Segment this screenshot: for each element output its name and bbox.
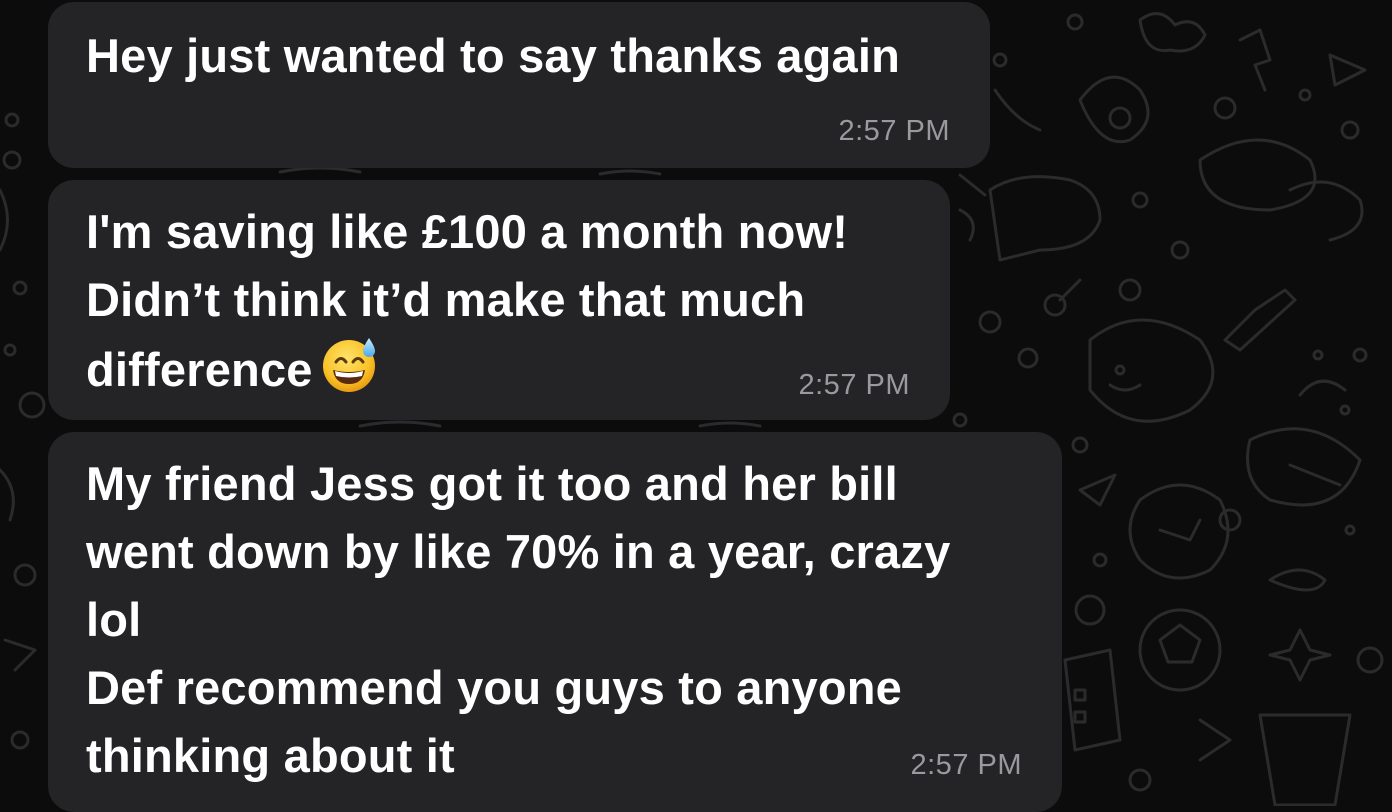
message-timestamp: 2:57 PM: [838, 115, 950, 147]
message-text: I'm saving like £100 a month now! Didn’t…: [86, 205, 849, 396]
message-bubble[interactable]: My friend Jess got it too and her bill w…: [48, 432, 1062, 812]
message-timestamp: 2:57 PM: [798, 369, 910, 401]
message-text: My friend Jess got it too and her bill w…: [86, 457, 951, 782]
chat-thread[interactable]: Hey just wanted to say thanks again 2:57…: [0, 0, 1392, 812]
message-bubble[interactable]: Hey just wanted to say thanks again 2:57…: [48, 2, 990, 168]
message-timestamp: 2:57 PM: [910, 749, 1022, 781]
message-text-wrapper: I'm saving like £100 a month now! Didn’t…: [86, 198, 848, 404]
grinning-face-with-sweat-icon: [322, 338, 375, 392]
message-bubble[interactable]: I'm saving like £100 a month now! Didn’t…: [48, 180, 950, 420]
message-text: Hey just wanted to say thanks again: [86, 29, 901, 82]
